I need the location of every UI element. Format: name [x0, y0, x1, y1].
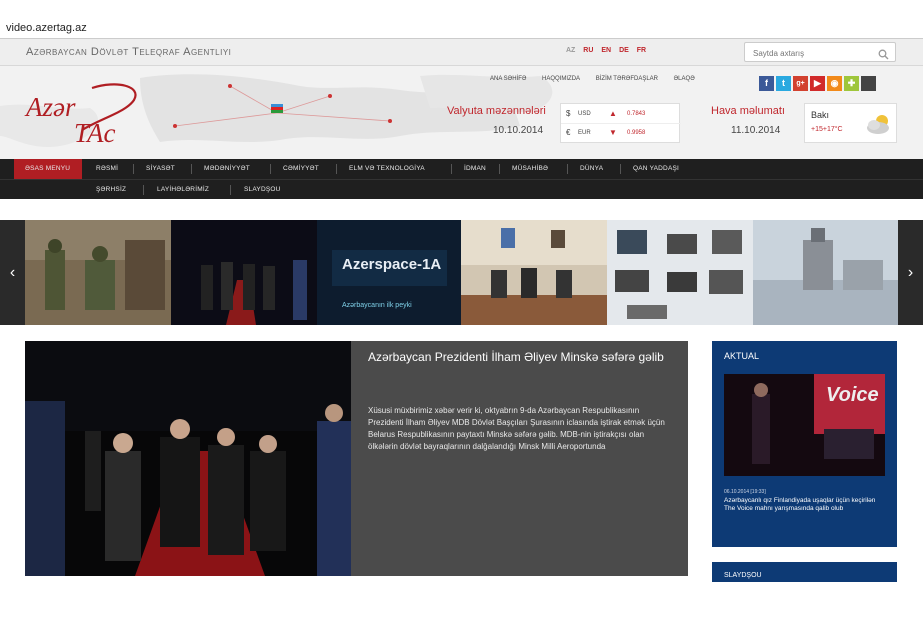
slideshow-label[interactable]: SLAYDŞOU — [724, 572, 762, 579]
nav-politics[interactable]: SİYASƏT — [146, 165, 175, 172]
main-article-panel[interactable]: Azərbaycan Prezidenti İlham Əliyev Minsk… — [351, 341, 688, 576]
browser-url-bar[interactable]: video.azertag.az — [0, 0, 923, 38]
aktual-date: 06.10.2014 [19:33] — [724, 489, 766, 495]
nav-separator — [336, 164, 337, 174]
nav-separator — [270, 164, 271, 174]
weather-temp: +15+17°C — [811, 126, 843, 133]
slide-thumbnail[interactable] — [753, 220, 898, 325]
currency-row-eur: € EUR ▼ 0.9958 — [561, 124, 681, 143]
social-icons: f t g+ ▶ ◉ ✚ — [759, 76, 876, 91]
slide-thumbnail[interactable] — [461, 220, 607, 325]
eur-code: EUR — [578, 130, 591, 136]
site-search — [744, 42, 896, 65]
secondary-nav: ŞƏRHSİZ LAYİHƏLƏRİMİZ SLAYDŞOU — [0, 179, 923, 199]
search-icon[interactable] — [878, 47, 889, 65]
nav-separator — [191, 164, 192, 174]
url-text[interactable]: video.azertag.az — [6, 22, 87, 34]
article-title[interactable]: Azərbaycan Prezidenti İlham Əliyev Minsk… — [368, 347, 678, 367]
nav-blood-memory[interactable]: QAN YADDAŞI — [633, 165, 679, 172]
cloud-sun-icon — [865, 112, 893, 141]
nav-interview[interactable]: MÜSAHİBƏ — [512, 165, 548, 172]
nav-world[interactable]: DÜNYA — [580, 165, 603, 172]
lang-de[interactable]: DE — [619, 47, 629, 54]
slider-next-button[interactable]: › — [898, 220, 923, 325]
link-contact[interactable]: ƏLAQƏ — [674, 76, 695, 82]
nav-separator — [499, 164, 500, 174]
azerspace-title: Azerspace-1A — [342, 256, 442, 273]
youtube-icon[interactable]: ▶ — [810, 76, 825, 91]
nav-separator — [133, 164, 134, 174]
usd-symbol: $ — [566, 109, 571, 118]
slide-thumbnail[interactable]: Azerspace-1A Azərbaycanın ilk peyki — [317, 220, 461, 325]
currency-title[interactable]: Valyuta məzənnələri — [447, 105, 546, 117]
currency-box: $ USD ▲ 0.7843 € EUR ▼ 0.9958 — [560, 103, 681, 143]
lang-ru[interactable]: RU — [583, 47, 593, 54]
usd-value: 0.7843 — [627, 111, 646, 117]
rss-icon[interactable]: ◉ — [827, 76, 842, 91]
twitter-icon[interactable]: t — [776, 76, 791, 91]
currency-date: 10.10.2014 — [493, 125, 544, 136]
header-links: ANA SƏHİFƏ HAQQIMIZDA BİZİM TƏRƏFDAŞLAR … — [490, 76, 709, 82]
logo-line1: Azər — [24, 92, 76, 122]
video-slider: Azerspace-1A Azərbaycanın ilk peyki — [0, 220, 923, 325]
article-body: Xüsusi müxbirimiz xəbər verir ki, oktyab… — [368, 406, 665, 451]
nav-main-menu[interactable]: ƏSAS MENYU — [25, 165, 70, 172]
link-home[interactable]: ANA SƏHİFƏ — [490, 76, 526, 82]
eur-symbol: € — [566, 128, 571, 137]
weather-title[interactable]: Hava məlumatı — [711, 105, 785, 117]
nav-science[interactable]: ELM VƏ TEXNOLOGİYA — [349, 165, 425, 172]
usd-code: USD — [578, 111, 591, 117]
weather-box: Bakı +15+17°C — [804, 103, 897, 143]
aktual-headline[interactable]: Azərbaycanlı qız Finlandiyada uşaqlar üç… — [724, 497, 886, 513]
apple-icon[interactable] — [861, 76, 876, 91]
nav-separator — [143, 185, 144, 195]
voice-logo: Voice — [826, 384, 879, 406]
slide-thumbnail[interactable] — [25, 220, 171, 325]
nav-separator — [620, 164, 621, 174]
nav-projects[interactable]: LAYİHƏLƏRİMİZ — [157, 186, 209, 193]
agency-name: Azərbaycan Dövlət Teleqraf Agentliyi — [26, 46, 232, 58]
slider-prev-button[interactable]: ‹ — [0, 220, 25, 325]
nav-slideshow[interactable]: SLAYDŞOU — [244, 186, 281, 193]
aktual-panel: AKTUAL Voice 06.10.2014 [19:33] Azərbayc… — [712, 341, 897, 547]
azertac-logo[interactable]: Azər TAc — [22, 82, 152, 157]
googleplus-icon[interactable]: g+ — [793, 76, 808, 91]
eur-value: 0.9958 — [627, 130, 646, 136]
slide-thumbnail[interactable] — [171, 220, 317, 325]
currency-row-usd: $ USD ▲ 0.7843 — [561, 105, 681, 124]
nav-culture[interactable]: MƏDƏNİYYƏT — [204, 165, 250, 172]
search-input[interactable] — [745, 44, 870, 63]
aktual-label[interactable]: AKTUAL — [724, 351, 759, 361]
nav-society[interactable]: CƏMİYYƏT — [283, 165, 319, 172]
trend-down-icon: ▼ — [609, 128, 617, 137]
slideshow-panel: SLAYDŞOU — [712, 562, 897, 582]
language-switcher: AZ RU EN DE FR — [566, 47, 652, 54]
nav-separator — [567, 164, 568, 174]
trend-up-icon: ▲ — [609, 109, 617, 118]
nav-official[interactable]: RƏSMİ — [96, 165, 118, 172]
main-article-photo[interactable] — [25, 341, 351, 576]
weather-date: 11.10.2014 — [731, 125, 781, 136]
nav-separator — [451, 164, 452, 174]
facebook-icon[interactable]: f — [759, 76, 774, 91]
aktual-photo[interactable]: Voice — [724, 374, 885, 476]
main-nav: ƏSAS MENYU RƏSMİ SİYASƏT MƏDƏNİYYƏT CƏMİ… — [0, 159, 923, 179]
nav-sport[interactable]: İDMAN — [464, 165, 486, 172]
android-icon[interactable]: ✚ — [844, 76, 859, 91]
lang-az[interactable]: AZ — [566, 47, 575, 54]
slide-thumbnail[interactable] — [607, 220, 753, 325]
nav-no-comment[interactable]: ŞƏRHSİZ — [96, 186, 126, 193]
logo-line2: TAc — [74, 118, 116, 148]
link-partners[interactable]: BİZİM TƏRƏFDAŞLAR — [596, 76, 658, 82]
link-about[interactable]: HAQQIMIZDA — [542, 76, 580, 82]
weather-city: Bakı — [811, 110, 830, 120]
nav-separator — [230, 185, 231, 195]
azerspace-subtitle: Azərbaycanın ilk peyki — [342, 302, 412, 309]
lang-fr[interactable]: FR — [637, 47, 646, 54]
lang-en[interactable]: EN — [601, 47, 611, 54]
